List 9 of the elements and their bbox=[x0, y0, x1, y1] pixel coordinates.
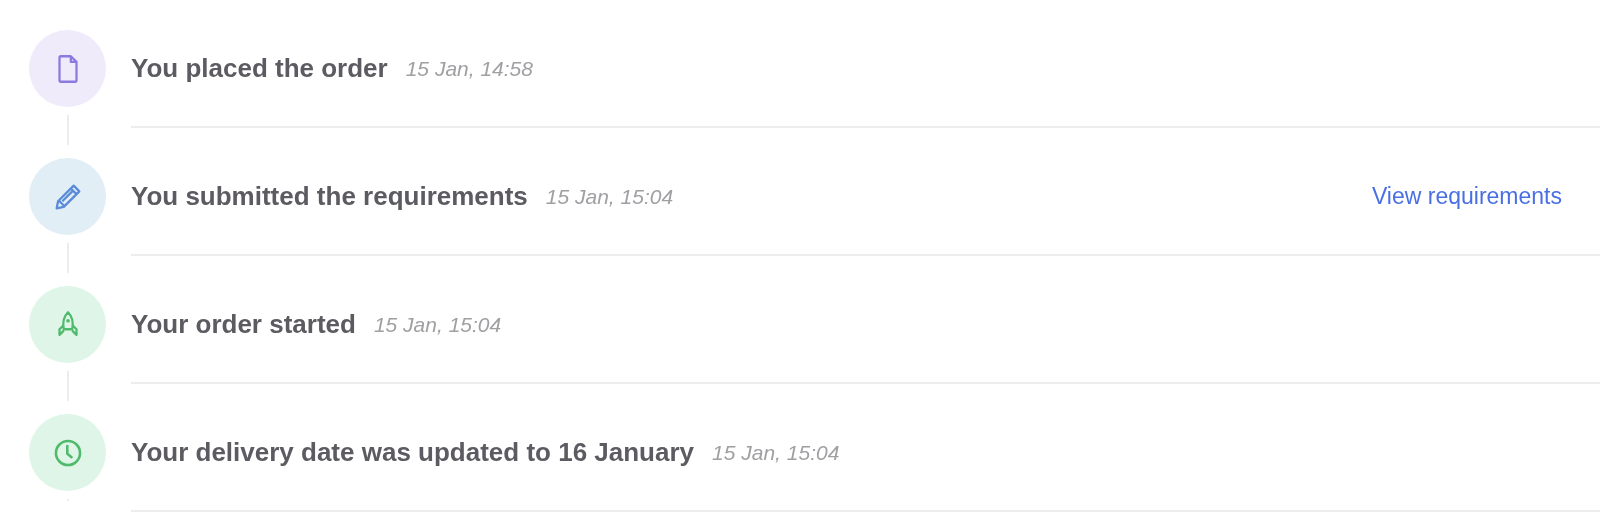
view-requirements-link[interactable]: View requirements bbox=[1371, 183, 1562, 210]
event-title: Your delivery date was updated to 16 January bbox=[131, 437, 695, 468]
event-time: 15 Jan, 15:04 bbox=[712, 440, 840, 465]
event-time: 15 Jan, 15:04 bbox=[545, 184, 674, 209]
event-title: Your order started bbox=[131, 309, 356, 340]
event-title: You submitted the requirements bbox=[131, 181, 528, 212]
event-time: 15 Jan, 15:04 bbox=[373, 312, 502, 337]
event-title: You placed the order bbox=[131, 53, 388, 84]
event-time: 15 Jan, 14:58 bbox=[405, 56, 533, 81]
